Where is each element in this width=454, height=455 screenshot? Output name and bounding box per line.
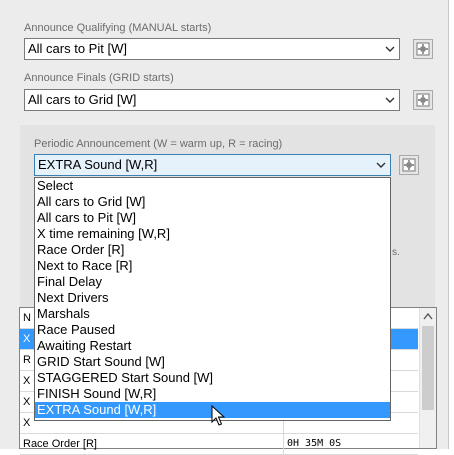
chevron-down-icon xyxy=(376,155,386,175)
finals-select[interactable]: All cars to Grid [W] xyxy=(24,89,400,111)
chevron-down-icon xyxy=(385,39,395,59)
dropdown-option[interactable]: Select xyxy=(35,178,390,194)
announce-settings-icon xyxy=(400,158,418,172)
vertical-scrollbar[interactable] xyxy=(419,308,436,448)
dropdown-option[interactable]: Final Delay xyxy=(35,274,390,290)
periodic-select[interactable]: EXTRA Sound [W,R] xyxy=(34,154,391,176)
dropdown-option[interactable]: Marshals xyxy=(35,306,390,322)
mouse-cursor-icon xyxy=(211,404,226,432)
periodic-settings-button[interactable] xyxy=(399,155,419,175)
qualifying-settings-button[interactable] xyxy=(413,39,433,59)
periodic-options-list[interactable]: Select All cars to Grid [W] All cars to Pi… xyxy=(34,177,391,421)
window-edge xyxy=(448,0,454,449)
dropdown-option[interactable]: Race Order [R] xyxy=(35,242,390,258)
qualifying-label: Announce Qualifying (MANUAL starts) xyxy=(24,22,212,34)
qualifying-select[interactable]: All cars to Pit [W] xyxy=(24,38,400,60)
table-cell-time: 0H 35M 0S xyxy=(287,438,342,449)
periodic-select-value: EXTRA Sound [W,R] xyxy=(38,157,158,172)
periodic-hint-text: s. xyxy=(392,247,400,258)
scroll-up-arrow-icon[interactable] xyxy=(420,308,436,325)
table-row[interactable]: Race Order [R] 0H 35M 0S xyxy=(20,434,418,455)
dropdown-option[interactable]: Next to Race [R] xyxy=(35,258,390,274)
scrollbar-thumb[interactable] xyxy=(422,326,434,410)
qualifying-select-value: All cars to Pit [W] xyxy=(28,41,127,56)
dropdown-option[interactable]: STAGGERED Start Sound [W] xyxy=(35,370,390,386)
dropdown-option[interactable]: All cars to Pit [W] xyxy=(35,210,390,226)
dropdown-option[interactable]: Race Paused xyxy=(35,322,390,338)
finals-select-value: All cars to Grid [W] xyxy=(28,92,137,107)
dropdown-option[interactable]: FINISH Sound [W,R] xyxy=(35,386,390,402)
announce-settings-icon xyxy=(414,42,432,56)
dropdown-option[interactable]: GRID Start Sound [W] xyxy=(35,354,390,370)
dropdown-option[interactable]: Awaiting Restart xyxy=(35,338,390,354)
finals-label: Announce Finals (GRID starts) xyxy=(24,72,174,84)
announce-settings-icon xyxy=(414,93,432,107)
table-cell-event: Race Order [R] xyxy=(20,434,284,454)
dropdown-option[interactable]: X time remaining [W,R] xyxy=(35,226,390,242)
chevron-down-icon xyxy=(385,90,395,110)
dropdown-option[interactable]: All cars to Grid [W] xyxy=(35,194,390,210)
dropdown-option[interactable]: Next Drivers xyxy=(35,290,390,306)
finals-settings-button[interactable] xyxy=(413,90,433,110)
periodic-label: Periodic Announcement (W = warm up, R = … xyxy=(34,138,283,150)
